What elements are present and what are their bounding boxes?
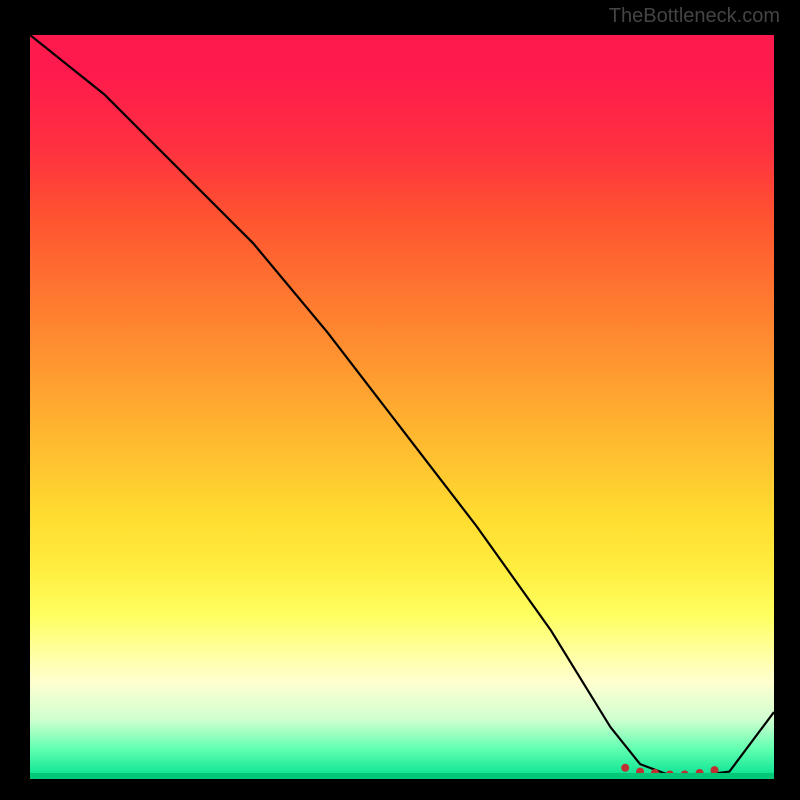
chart-svg (30, 35, 774, 779)
bottleneck-curve-line (30, 35, 774, 775)
marker-dot (621, 764, 629, 772)
chart-plot-area (30, 35, 774, 779)
watermark-text: TheBottleneck.com (609, 5, 780, 28)
chart-baseline-band (30, 773, 774, 779)
